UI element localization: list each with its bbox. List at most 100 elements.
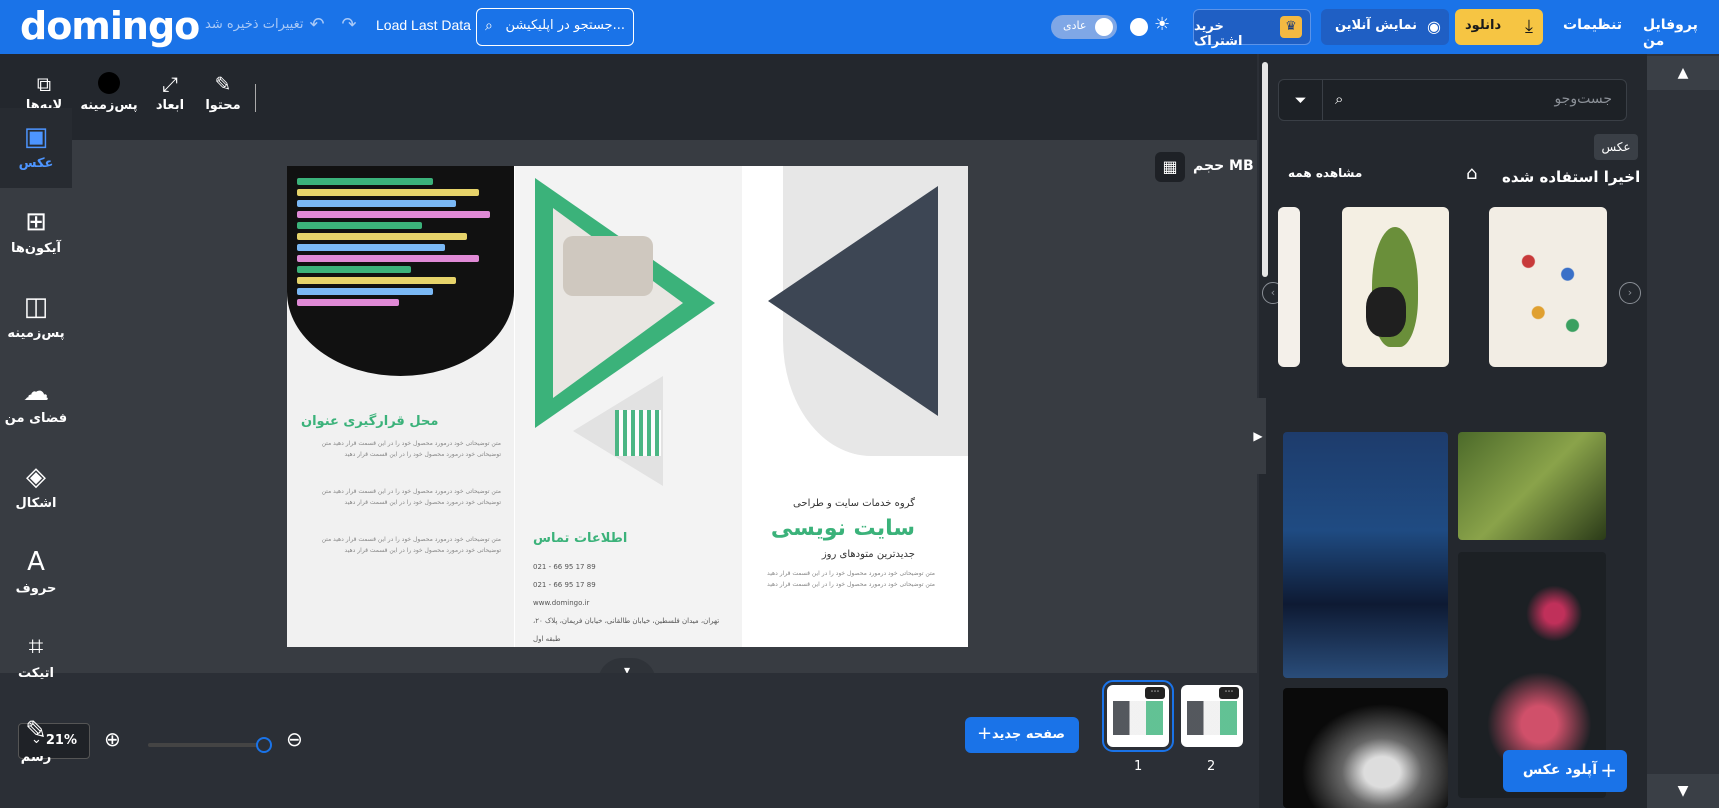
heading-left: محل قرارگیری عنوان (301, 414, 439, 429)
tool-background[interactable]: پس‌زمینه (79, 72, 139, 113)
recent-title: اخیرا استفاده شده (1502, 168, 1641, 186)
see-all-link[interactable]: مشاهده همه (1288, 166, 1362, 180)
saved-status: تغییرات ذخیره شد (205, 17, 304, 32)
image-blue-texture[interactable] (1283, 432, 1448, 678)
tool-background-label: پس‌زمینه (80, 98, 138, 113)
tool-dimensions[interactable]: ⤢ ابعاد (140, 72, 200, 113)
page-number-2: 2 (1207, 759, 1216, 774)
image-portrait[interactable] (1283, 688, 1448, 808)
background-color-icon (79, 72, 139, 98)
recent-image-parrot[interactable] (1342, 207, 1449, 367)
rail-label: حروف (15, 581, 57, 596)
hands-photo (563, 236, 653, 296)
profile-link[interactable]: پروفایل من (1643, 17, 1719, 49)
pen-icon: ✎ (25, 716, 47, 746)
load-last-data-button[interactable]: Load Last Data (376, 17, 471, 33)
new-page-button[interactable]: صفحه جدید + (965, 717, 1079, 753)
theme-dot[interactable] (1130, 18, 1148, 36)
subtitle: جدیدترین متودهای روز (821, 549, 915, 560)
tooltip: عکس (1594, 134, 1638, 160)
layers-icon: ⧉ (36, 72, 52, 96)
rail-item-my-space[interactable]: ☁ فضای من (0, 363, 72, 443)
broom-icon[interactable]: ⌂ (1466, 163, 1477, 184)
panel-scrollbar[interactable] (1262, 62, 1268, 277)
top-bar: domingo تغییرات ذخیره شد ↶ ↷ Load Last D… (0, 0, 1719, 54)
upload-label: آپلود عکس (1522, 762, 1597, 778)
tool-content[interactable]: ✎ محتوا (193, 72, 253, 113)
bottom-bar: 21% ⌄ ⊕ ⊖ صفحه جدید + ⋯ 1 ⋯ 2 (0, 673, 1257, 808)
rail-label: پس‌زمینه (7, 326, 65, 341)
image-icon: ▣ (23, 122, 49, 152)
sun-icon[interactable]: ☀ (1154, 14, 1170, 35)
undo-icon[interactable]: ↶ (306, 14, 328, 36)
tool-content-label: محتوا (205, 98, 241, 113)
upload-image-button[interactable]: آپلود عکس + (1503, 750, 1627, 792)
more-icon[interactable]: ⋯ (1145, 687, 1165, 699)
rail-item-photo[interactable]: ▣ عکس (0, 108, 72, 188)
asset-search-input[interactable]: جست‌وجو ⌕ ⏷ (1278, 79, 1627, 121)
rail-item-background[interactable]: ◫ پس‌زمینه (0, 278, 72, 358)
search-icon: ⌕ (485, 18, 493, 34)
tool-layers[interactable]: ⧉ لایه‌ها (14, 72, 74, 113)
app-search-input[interactable]: جستجو در اپلیکیشن... ⌕ (476, 8, 634, 46)
thumbnail-preview (1187, 701, 1237, 735)
scroll-up-icon[interactable]: ▲ (1647, 56, 1719, 90)
subscribe-button[interactable]: خرید اشتراک ♛ (1193, 9, 1311, 49)
tool-dimensions-label: ابعاد (155, 98, 185, 113)
qr-code (615, 410, 661, 456)
toggle-knob (1095, 18, 1113, 36)
shapes-icon: ◈ (26, 462, 46, 492)
plus-icon: + (977, 723, 993, 744)
eye-icon: ◉ (1427, 17, 1441, 36)
contact-title: اطلاعات تماس (533, 531, 628, 546)
zoom-in-icon[interactable]: ⊕ (104, 727, 121, 751)
search-icon: ⌕ (1335, 90, 1344, 108)
brochure-panel-left: محل قرارگیری عنوان متن توضیحاتی خود درمو… (287, 166, 514, 647)
grid-icon: ⊞ (25, 207, 47, 237)
download-label: دانلود (1465, 18, 1502, 33)
edit-icon: ✎ (214, 72, 232, 96)
online-preview-button[interactable]: نمایش آنلاین ◉ (1321, 9, 1449, 45)
subscribe-label: خرید اشتراک (1194, 19, 1243, 49)
recent-image-birds[interactable] (1489, 207, 1607, 367)
rail-item-icons[interactable]: ⊞ آیکون‌ها (0, 193, 72, 273)
redo-icon[interactable]: ↷ (338, 14, 360, 36)
calculator-icon[interactable]: ▦ (1155, 152, 1185, 182)
zoom-slider-handle[interactable] (256, 737, 272, 753)
canvas-area: حجم MB ▦ محل قرارگیری عنوان متن توضیحاتی (0, 140, 1257, 778)
programmer-photo (768, 186, 938, 416)
image-forest[interactable] (1458, 432, 1606, 540)
carousel-right-icon[interactable]: › (1619, 282, 1641, 304)
recent-image-partial[interactable] (1278, 207, 1300, 367)
website: www.domingo.ir (533, 599, 590, 607)
cloud-upload-icon: ☁ (23, 377, 49, 407)
rail-item-text[interactable]: A حروف (0, 533, 72, 613)
zoom-out-icon[interactable]: ⊖ (286, 727, 303, 751)
page-thumbnail-2[interactable]: ⋯ (1181, 685, 1243, 747)
phone-1: 021 - 66 95 17 89 (533, 563, 596, 571)
rail-item-shapes[interactable]: ◈ اشکال (0, 448, 72, 528)
download-icon: ⤓ (1525, 16, 1533, 37)
mode-toggle[interactable]: عادی (1051, 15, 1117, 39)
filter-icon[interactable]: ⏷ (1279, 80, 1323, 120)
brochure-document[interactable]: محل قرارگیری عنوان متن توضیحاتی خود درمو… (287, 166, 968, 647)
body-text-1: متن توضیحاتی خود درمورد محصول خود را در … (321, 440, 501, 458)
side-rail (1647, 54, 1719, 808)
rail-item-draw[interactable]: ✎ رسم (0, 702, 72, 774)
address: تهران، میدان فلسطین، خیابان طالقانی، خیا… (533, 617, 720, 643)
scroll-down-icon[interactable]: ▼ (1647, 774, 1719, 808)
code-photo (287, 166, 514, 376)
background-icon: ◫ (23, 292, 49, 322)
more-icon[interactable]: ⋯ (1219, 687, 1239, 699)
body-text-right: متن توضیحاتی خود درمورد محصول خود را در … (767, 570, 935, 588)
zoom-slider[interactable] (148, 743, 264, 747)
download-button[interactable]: دانلود ⤓ (1455, 9, 1543, 45)
rail-item-sticker[interactable]: ⌗ اتیکت (0, 618, 72, 698)
panel-collapse-toggle[interactable]: ▶ (1250, 398, 1266, 474)
settings-link[interactable]: تنظیمات (1563, 17, 1622, 33)
rail-label: رسم (20, 750, 52, 765)
plus-icon: + (1600, 758, 1617, 782)
rail-label: اشکال (15, 496, 57, 511)
rail-label: اتیکت (18, 666, 54, 681)
page-thumbnail-1[interactable]: ⋯ (1102, 680, 1174, 752)
